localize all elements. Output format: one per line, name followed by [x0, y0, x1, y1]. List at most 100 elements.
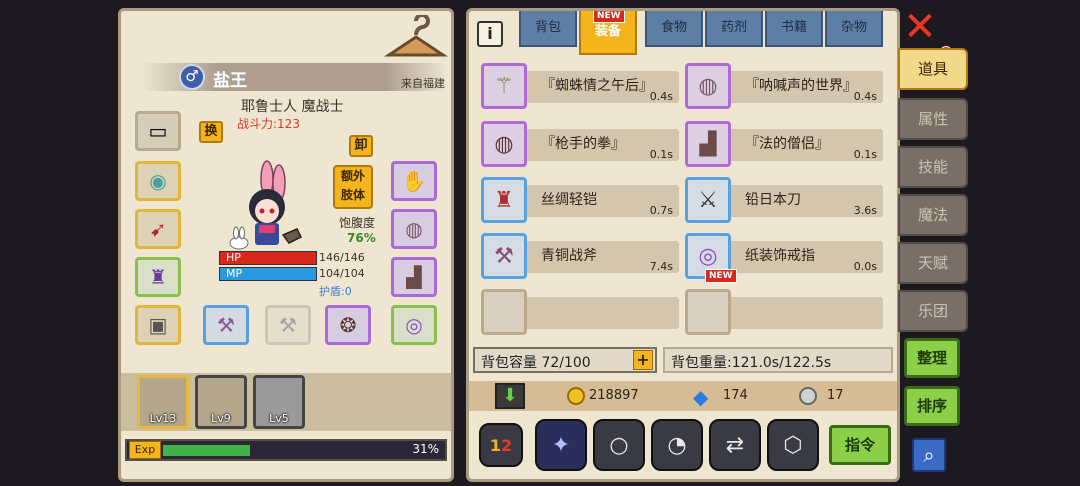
- empty-action-button[interactable]: ⬡: [767, 419, 819, 471]
- slot-ring[interactable]: ◎: [391, 305, 437, 345]
- belt-icon: ◍: [685, 63, 731, 109]
- extra-limb-label-2: 肢体: [340, 188, 365, 202]
- inventory-item[interactable]: ⚚ 『蜘蛛情之午后』 0.4s: [481, 63, 679, 109]
- inventory-item[interactable]: ◍ 『枪手的拳』 0.1s: [481, 121, 679, 167]
- item-weight: 7.4s: [649, 260, 673, 273]
- item-name: 『呐喊声的世界』: [745, 78, 857, 94]
- character-portrait: [229, 160, 303, 250]
- slot-amulet[interactable]: ◉: [135, 161, 181, 201]
- item-name: 丝绸轻铠: [541, 192, 597, 208]
- extra-limb-button[interactable]: 额外 肢体: [333, 165, 373, 209]
- compare-button[interactable]: ◔: [651, 419, 703, 471]
- cap-icon: ▭: [148, 119, 168, 143]
- item-name: 铅日本刀: [745, 192, 801, 208]
- weight-text: 背包重量:121.0s/122.5s: [671, 355, 832, 371]
- item-name: 『法的僧侣』: [745, 136, 829, 152]
- party-member-1[interactable]: Lv13: [137, 375, 189, 429]
- gold-coin-icon: [567, 387, 585, 405]
- ring-icon: ◎: [405, 313, 423, 337]
- staff-icon: ⚚: [481, 63, 527, 109]
- side-tab-items[interactable]: 道具: [898, 48, 968, 90]
- slot-axe-ghost[interactable]: ⚒: [265, 305, 311, 345]
- empty-slot[interactable]: [481, 289, 679, 335]
- slot-weapon[interactable]: ➹: [135, 209, 181, 249]
- tab-potions[interactable]: 药剂: [705, 11, 763, 47]
- slot-belt[interactable]: ▣: [135, 305, 181, 345]
- swap-arrows-icon: ⇄: [725, 432, 745, 458]
- party-member-3[interactable]: Lv5: [253, 375, 305, 429]
- side-tab-skills[interactable]: 技能: [898, 146, 968, 188]
- dual-wield-button[interactable]: 12: [479, 423, 523, 467]
- empty-slot-frame: [685, 289, 731, 335]
- character-class: 耶鲁士人 魔战士: [241, 99, 344, 115]
- tab-books[interactable]: 书籍: [765, 11, 823, 47]
- party-member-2[interactable]: Lv9: [195, 375, 247, 429]
- item-weight: 3.6s: [853, 204, 877, 217]
- exp-percent: 31%: [412, 442, 439, 456]
- side-tab-magic[interactable]: 魔法: [898, 194, 968, 236]
- backpack-capacity: 背包容量 72/100 +: [473, 347, 657, 373]
- hp-value: 146/146: [319, 251, 365, 264]
- combat-power: 战斗力:123: [237, 117, 300, 131]
- inventory-item[interactable]: ♜ 丝绸轻铠 0.7s: [481, 177, 679, 223]
- side-tab-band[interactable]: 乐团: [898, 290, 968, 332]
- tab-misc[interactable]: 杂物: [825, 11, 883, 47]
- axe-icon: ⚒: [279, 313, 297, 337]
- inventory-item[interactable]: ▟ 『法的僧侣』 0.1s: [685, 121, 883, 167]
- organize-button[interactable]: 整理: [904, 338, 960, 378]
- party-level: Lv9: [211, 412, 231, 425]
- download-icon[interactable]: ⬇: [495, 383, 525, 409]
- tab-backpack[interactable]: 背包: [519, 11, 577, 47]
- katana-icon: ⚔: [685, 177, 731, 223]
- hanger-icon[interactable]: [383, 15, 449, 63]
- gem-amount: 174: [723, 388, 748, 403]
- belt-icon: ▣: [148, 313, 168, 337]
- side-tab-talents[interactable]: 天赋: [898, 242, 968, 284]
- magnifier-icon: ○: [609, 432, 629, 458]
- boots-icon: ▟: [406, 265, 422, 289]
- inventory-item[interactable]: ⚒ 青铜战斧 7.4s: [481, 233, 679, 279]
- tab-food[interactable]: 食物: [645, 11, 703, 47]
- magic-button[interactable]: ✦: [535, 419, 587, 471]
- party-level: Lv13: [149, 412, 177, 425]
- party-strip: Lv13 Lv9 Lv5: [121, 373, 451, 431]
- slot-boots[interactable]: ▟: [391, 257, 437, 297]
- inventory-item[interactable]: ◎ 纸装饰戒指 0.0s NEW: [685, 233, 883, 283]
- axe-icon: ⚒: [217, 313, 235, 337]
- empty-slot[interactable]: [685, 289, 883, 335]
- unequip-button[interactable]: 卸: [349, 135, 373, 157]
- info-icon[interactable]: i: [477, 21, 503, 47]
- axe-icon: ⚒: [481, 233, 527, 279]
- magnifier-icon: ◔: [667, 432, 687, 458]
- swap-items-button[interactable]: ⇄: [709, 419, 761, 471]
- hexagon-icon: ⬡: [783, 432, 803, 458]
- inventory-item[interactable]: ⚔ 铅日本刀 3.6s: [685, 177, 883, 223]
- tab-equipment[interactable]: 装备 NEW: [579, 11, 637, 55]
- command-button[interactable]: 指令: [829, 425, 891, 465]
- belt-icon: ◍: [405, 217, 423, 241]
- close-icon[interactable]: ✕: [900, 7, 940, 48]
- currency-strip: ⬇ 218897 ◆ 174 17: [469, 381, 897, 411]
- inventory-item[interactable]: ◍ 『呐喊声的世界』 0.4s: [685, 63, 883, 109]
- side-tab-attributes[interactable]: 属性: [898, 98, 968, 140]
- slot-offhand[interactable]: ❂: [325, 305, 371, 345]
- search-icon[interactable]: ⌕: [912, 438, 946, 472]
- slot-gloves[interactable]: ✋: [391, 161, 437, 201]
- dagger-icon: ➹: [149, 217, 167, 241]
- inventory-panel: i 背包 装备 NEW 食物 药剂 书籍 杂物 ⚚ 『蜘蛛情之午后』 0.4s …: [466, 8, 900, 482]
- swap-button[interactable]: 换: [199, 121, 223, 143]
- armor-icon: ♜: [149, 265, 167, 289]
- sort-button[interactable]: 排序: [904, 386, 960, 426]
- slot-belt-2[interactable]: ◍: [391, 209, 437, 249]
- item-weight: 0.0s: [853, 260, 877, 273]
- inspect-button[interactable]: ○: [593, 419, 645, 471]
- number-swap-icon: 12: [489, 435, 513, 455]
- slot-helmet[interactable]: ▭: [135, 111, 181, 151]
- slot-armor[interactable]: ♜: [135, 257, 181, 297]
- capacity-text: 背包容量 72/100: [481, 355, 591, 371]
- item-name: 纸装饰戒指: [745, 248, 815, 264]
- claw-icon: ❂: [339, 313, 357, 337]
- plus-icon[interactable]: +: [633, 350, 653, 370]
- slot-axe[interactable]: ⚒: [203, 305, 249, 345]
- exp-fill: [163, 445, 250, 456]
